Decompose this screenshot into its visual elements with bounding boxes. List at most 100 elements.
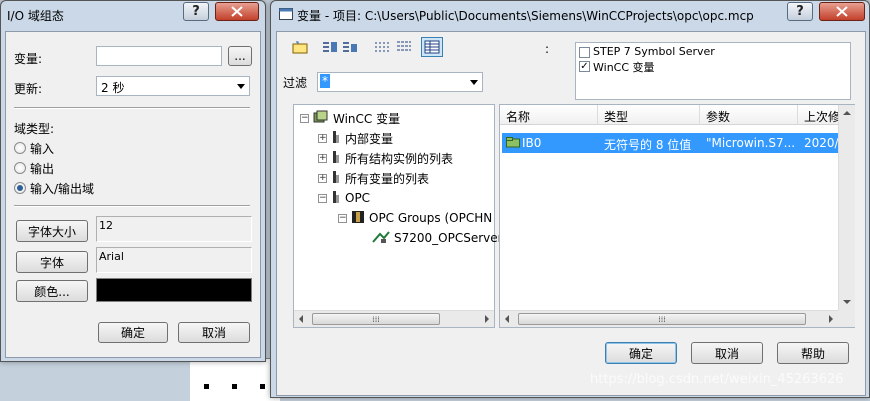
ok-button[interactable]: 确定	[98, 322, 168, 343]
field-type-label: 域类型:	[14, 122, 55, 136]
selection-handle[interactable]	[232, 384, 237, 389]
tree-horizontal-scrollbar[interactable]: ⁞⁞⁞	[294, 310, 494, 327]
cell-modified: 2020/8/	[804, 136, 840, 150]
list-grid-view-icon[interactable]	[395, 39, 413, 55]
variable-input[interactable]	[96, 46, 222, 66]
step7-checkbox[interactable]	[579, 47, 590, 58]
column-header-name[interactable]: 名称	[500, 105, 598, 125]
font-button[interactable]: 字体	[16, 251, 88, 273]
variable-tree: − WinCC 变量 + 内部变量 + 所有结构实例的列表 + 所有变量的列表	[293, 104, 503, 328]
small-icons-view-icon[interactable]	[341, 39, 359, 55]
chevron-down-icon	[237, 84, 245, 89]
radio-input-output[interactable]	[14, 182, 26, 194]
var-dialog-client: : 过滤 * STEP 7 Symbol Server ✓ WinCC 变量 −…	[276, 31, 866, 396]
scroll-left-icon[interactable]	[298, 315, 304, 323]
cell-param: "Microwin.S7...	[706, 136, 796, 150]
expand-icon[interactable]: +	[318, 173, 327, 183]
divider	[14, 107, 250, 109]
scroll-right-icon[interactable]	[828, 315, 834, 323]
colon-label: :	[545, 42, 550, 56]
details-view-icon[interactable]	[421, 37, 443, 57]
variables-icon	[313, 110, 329, 127]
tree-item-s7200-server[interactable]: S7200_OPCServer	[372, 229, 503, 247]
chevron-down-icon	[470, 80, 478, 85]
io-dialog-title: I/O 域组态	[7, 8, 64, 23]
cell-type: 无符号的 8 位值	[604, 138, 692, 152]
collapse-icon[interactable]: −	[338, 213, 347, 223]
scroll-thumb[interactable]: ⁞⁞⁞	[518, 313, 806, 325]
io-config-dialog: I/O 域组态 ? 变量: ... 更新: 2 秒 域类型: 输入 输出 输入/…	[0, 0, 266, 362]
connection-icon	[331, 150, 341, 167]
tree-item-label: OPC	[345, 191, 371, 205]
variables-dialog: 变量 - 项目: C:\Users\Public\Documents\Sieme…	[270, 0, 870, 398]
tree-item-label: 所有变量的列表	[345, 171, 430, 186]
cell-name: IB0	[502, 133, 598, 153]
radio-input-output-label: 输入/输出域	[30, 182, 95, 196]
help-action-button[interactable]: 帮助	[777, 342, 849, 364]
connection-icon	[331, 190, 341, 207]
table-row[interactable]: IB0 无符号的 8 位值 "Microwin.S7... 2020/8/	[502, 133, 840, 153]
list-view-icon[interactable]	[373, 39, 391, 55]
radio-output[interactable]	[14, 162, 26, 174]
color-button[interactable]: 颜色...	[16, 280, 88, 302]
io-dialog-client: 变量: ... 更新: 2 秒 域类型: 输入 输出 输入/输出域 字体大小 1…	[5, 31, 261, 358]
tree-item-label: 内部变量	[345, 131, 394, 146]
scroll-right-icon[interactable]	[484, 315, 490, 323]
browse-variable-button[interactable]: ...	[228, 46, 252, 66]
list-header: 名称 类型 参数 上次修改	[500, 105, 852, 125]
ok-button[interactable]: 确定	[605, 342, 677, 364]
help-button[interactable]: ?	[787, 2, 813, 21]
collapse-icon[interactable]: −	[318, 193, 327, 203]
var-dialog-titlebar[interactable]: 变量 - 项目: C:\Users\Public\Documents\Sieme…	[271, 1, 869, 29]
variable-label: 变量:	[14, 52, 43, 66]
list-horizontal-scrollbar[interactable]: ⁞⁞⁞	[500, 310, 838, 327]
column-header-param[interactable]: 参数	[700, 105, 798, 125]
tree-item-all-variables[interactable]: + 所有变量的列表	[318, 169, 429, 187]
tag-icon	[506, 137, 520, 148]
scroll-corner	[838, 310, 855, 327]
scroll-thumb[interactable]: ⁞⁞⁞	[312, 313, 440, 325]
wincc-label: WinCC 变量	[593, 61, 655, 74]
expand-icon[interactable]: +	[318, 133, 327, 143]
filter-select[interactable]: *	[317, 72, 483, 92]
font-size-button[interactable]: 字体大小	[16, 220, 88, 242]
update-label: 更新:	[14, 82, 43, 96]
radio-input[interactable]	[14, 142, 26, 154]
opc-group-icon	[351, 210, 365, 227]
scroll-up-icon[interactable]	[843, 110, 851, 116]
tree-item-label: 所有结构实例的列表	[345, 151, 454, 166]
step7-label: STEP 7 Symbol Server	[593, 45, 715, 58]
tree-root[interactable]: − WinCC 变量	[300, 109, 400, 127]
selection-handle[interactable]	[260, 384, 265, 389]
connection-icon	[331, 130, 341, 147]
var-dialog-title: 变量 - 项目: C:\Users\Public\Documents\Sieme…	[297, 8, 754, 23]
filter-value: *	[320, 74, 330, 88]
column-header-type[interactable]: 类型	[598, 105, 700, 125]
radio-output-label: 输出	[30, 162, 55, 176]
update-select[interactable]: 2 秒	[96, 76, 250, 96]
tree-item-opc-groups[interactable]: − OPC Groups (OPCHN	[338, 209, 492, 227]
cancel-button[interactable]: 取消	[691, 342, 763, 364]
font-size-value: 12	[96, 216, 252, 242]
tree-item-internal[interactable]: + 内部变量	[318, 129, 393, 147]
selection-handle[interactable]	[204, 384, 209, 389]
window-icon	[279, 7, 293, 23]
color-swatch	[96, 278, 252, 302]
tree-item-struct-instances[interactable]: + 所有结构实例的列表	[318, 149, 453, 167]
io-dialog-titlebar[interactable]: I/O 域组态 ?	[1, 1, 265, 29]
help-button[interactable]: ?	[183, 2, 209, 21]
wincc-checkbox[interactable]: ✓	[579, 61, 590, 72]
large-icons-view-icon[interactable]	[321, 39, 339, 55]
collapse-icon[interactable]: −	[300, 113, 309, 123]
new-variable-icon[interactable]	[291, 39, 309, 55]
expand-icon[interactable]: +	[318, 153, 327, 163]
scroll-down-icon[interactable]	[843, 299, 851, 305]
connection-icon	[331, 170, 341, 187]
tree-item-opc[interactable]: − OPC	[318, 189, 370, 207]
server-icon	[372, 230, 390, 247]
close-button[interactable]	[819, 2, 865, 21]
cancel-button[interactable]: 取消	[178, 322, 250, 343]
list-vertical-scrollbar[interactable]	[838, 105, 855, 310]
close-button[interactable]	[215, 2, 259, 21]
scroll-left-icon[interactable]	[504, 315, 510, 323]
